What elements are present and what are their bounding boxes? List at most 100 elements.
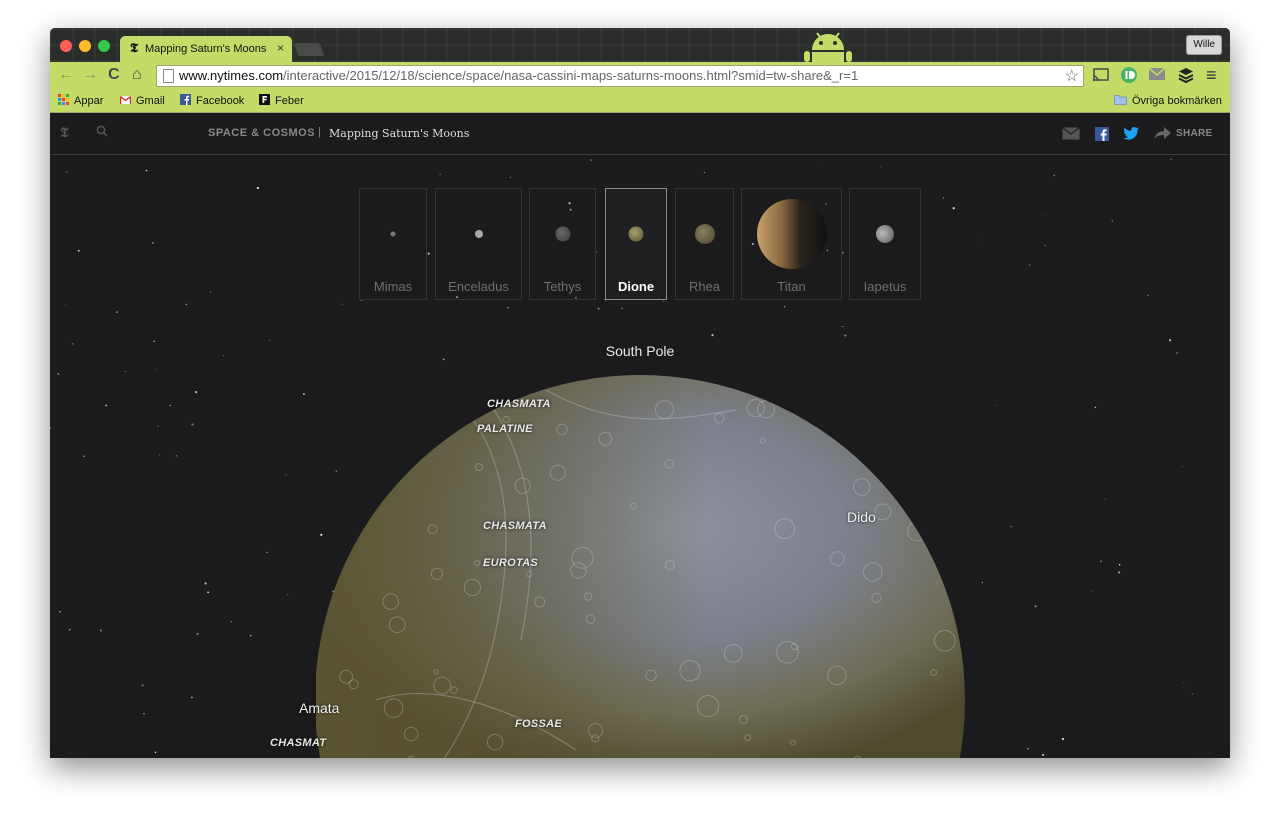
moon-tab-label: Tethys xyxy=(543,279,582,294)
home-button[interactable]: ⌂ xyxy=(132,66,142,84)
moon-tab-label: Dione xyxy=(617,279,655,294)
star xyxy=(1118,571,1121,574)
facebook-share-icon[interactable] xyxy=(1095,127,1109,141)
crater xyxy=(413,400,429,416)
iapetus-thumbnail xyxy=(876,225,894,243)
star xyxy=(1053,174,1056,177)
apps-icon xyxy=(58,94,69,105)
feature-label: CHASMAT xyxy=(270,737,327,749)
star xyxy=(145,169,148,172)
star xyxy=(1181,466,1183,468)
close-window-button[interactable] xyxy=(60,40,72,52)
star xyxy=(1034,605,1037,608)
moon-tab-label: Iapetus xyxy=(863,279,907,294)
star xyxy=(152,242,154,244)
nyt-logo-icon[interactable]: 𝕿 xyxy=(60,125,69,141)
bookmark-facebook[interactable]: Facebook xyxy=(180,94,244,107)
moon-tab-enceladus[interactable]: Enceladus xyxy=(435,188,522,300)
star xyxy=(175,455,178,457)
star xyxy=(256,186,260,190)
star xyxy=(439,174,441,175)
chrome-menu-icon[interactable]: ≡ xyxy=(1206,66,1217,84)
bookmark-feber[interactable]: Feber xyxy=(259,94,304,107)
url-host: www.nytimes.com xyxy=(179,68,284,83)
moon-tab-titan[interactable]: Titan xyxy=(741,188,842,300)
reload-button[interactable]: C xyxy=(108,66,120,84)
maximize-window-button[interactable] xyxy=(98,40,110,52)
twitter-share-icon[interactable] xyxy=(1123,127,1139,140)
star xyxy=(1100,560,1102,562)
pushbullet-icon[interactable] xyxy=(1120,66,1138,84)
star xyxy=(68,628,71,631)
star xyxy=(99,629,103,632)
rhea-thumbnail xyxy=(694,224,715,244)
star xyxy=(952,207,955,210)
bookmark-star-icon[interactable]: ☆ xyxy=(1065,66,1079,86)
url-path: /interactive/2015/12/18/science/space/na… xyxy=(283,68,859,83)
moon-tab-tethys[interactable]: Tethys xyxy=(529,188,596,300)
back-button[interactable]: ← xyxy=(58,66,74,84)
feature-label: Amata xyxy=(299,700,340,716)
star xyxy=(1094,406,1097,409)
bookmark-appar[interactable]: Appar xyxy=(58,94,103,107)
star xyxy=(287,594,289,596)
crater xyxy=(412,420,423,432)
star xyxy=(65,304,67,306)
dione-thumbnail xyxy=(628,226,644,242)
moon-tab-dione[interactable]: Dione xyxy=(605,188,667,300)
forward-button[interactable]: → xyxy=(82,66,98,84)
star xyxy=(784,306,786,308)
buffer-icon[interactable] xyxy=(1177,66,1195,84)
section-separator: | xyxy=(318,126,321,138)
android-icon xyxy=(804,32,852,62)
section-link[interactable]: SPACE & COSMOS xyxy=(208,127,315,139)
feature-label: FOSSAE xyxy=(515,718,563,730)
star xyxy=(66,171,68,173)
share-button[interactable]: SHARE xyxy=(1176,128,1213,139)
mail-checker-icon[interactable] xyxy=(1148,67,1166,81)
star xyxy=(982,239,984,241)
search-icon[interactable] xyxy=(96,125,108,137)
nyt-favicon-icon: 𝕿 xyxy=(130,41,138,56)
folder-icon xyxy=(1114,95,1127,105)
dione-globe[interactable] xyxy=(316,370,966,758)
star xyxy=(842,325,844,328)
new-tab-button[interactable] xyxy=(293,43,325,56)
moon-tab-iapetus[interactable]: Iapetus xyxy=(849,188,921,300)
tab-close-icon[interactable]: × xyxy=(277,41,284,55)
titan-thumbnail xyxy=(756,199,827,269)
star xyxy=(1183,682,1185,684)
url-text: www.nytimes.com/interactive/2015/12/18/s… xyxy=(179,68,858,83)
star xyxy=(57,373,60,375)
view-label: South Pole xyxy=(605,343,675,359)
email-icon[interactable] xyxy=(1062,127,1080,140)
star xyxy=(185,303,188,306)
crater xyxy=(326,553,338,564)
browser-tab[interactable]: 𝕿 Mapping Saturn's Moons × xyxy=(120,36,292,62)
moon-tab-mimas[interactable]: Mimas xyxy=(359,188,427,300)
star xyxy=(880,166,882,168)
star xyxy=(230,621,232,623)
cast-icon[interactable] xyxy=(1092,67,1110,83)
star xyxy=(1029,264,1031,266)
bookmark-label: Övriga bokmärken xyxy=(1132,95,1222,107)
profile-button[interactable]: Wille xyxy=(1186,35,1222,55)
facebook-icon xyxy=(180,94,191,105)
enceladus-thumbnail xyxy=(474,230,483,238)
star xyxy=(590,159,592,162)
crater xyxy=(410,413,430,434)
star xyxy=(249,634,252,637)
minimize-window-button[interactable] xyxy=(79,40,91,52)
star xyxy=(154,369,156,371)
star xyxy=(1010,525,1012,528)
bookmark-gmail[interactable]: Gmail xyxy=(120,94,165,107)
moon-tab-rhea[interactable]: Rhea xyxy=(675,188,734,300)
bookmark-label: Feber xyxy=(275,95,304,107)
star xyxy=(621,307,623,310)
address-bar[interactable]: www.nytimes.com/interactive/2015/12/18/s… xyxy=(156,65,1084,87)
star xyxy=(195,391,198,394)
share-arrow-icon[interactable] xyxy=(1154,127,1171,140)
star xyxy=(1044,244,1046,247)
bookmark-other-folder[interactable]: Övriga bokmärken xyxy=(1114,94,1222,107)
feature-label: Dido xyxy=(847,509,876,525)
